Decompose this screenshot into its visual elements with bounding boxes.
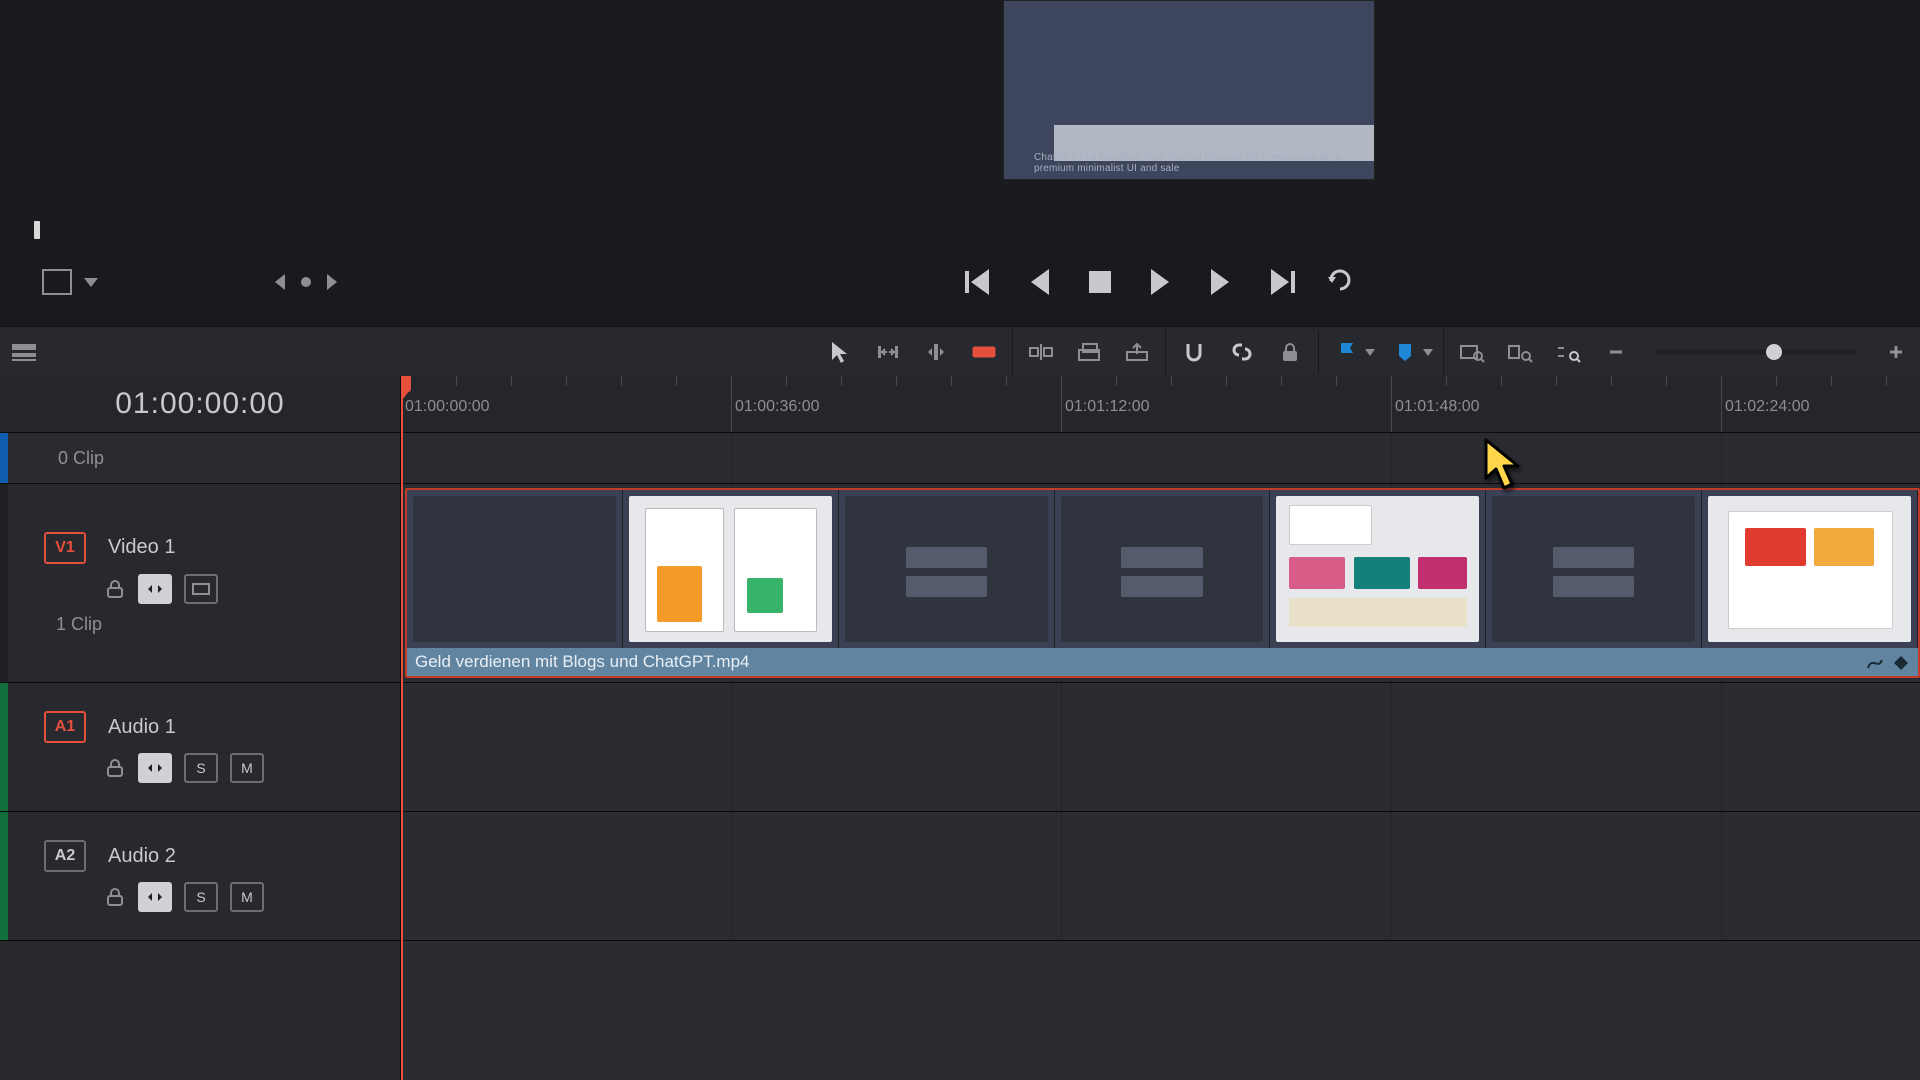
- ruler-label: 01:00:00:00: [405, 398, 490, 416]
- app-root: ChatGPT Full Headline from Davinci Resol…: [0, 0, 1920, 1080]
- track-area[interactable]: 01:00:00:00 01:00:36:00 01:01:12:00 01:0…: [401, 376, 1920, 1080]
- transform-menu-caret-icon[interactable]: [84, 278, 98, 287]
- step-back-button[interactable]: [1025, 267, 1055, 297]
- timeline-panel: 01:00:00:00 0 Clip V1 Video 1: [0, 376, 1920, 1080]
- track-dest-badge-a1[interactable]: A1: [44, 711, 86, 743]
- lock-icon[interactable]: [104, 578, 126, 600]
- track-header-a1[interactable]: A1 Audio 1 2.0 S M: [0, 683, 400, 812]
- timeline-toolbar: [0, 326, 1920, 378]
- overwrite-clip-button[interactable]: [1065, 327, 1113, 377]
- snapping-button[interactable]: [1170, 327, 1218, 377]
- audio-lane-a2[interactable]: [401, 812, 1920, 941]
- track-display-toggle[interactable]: [184, 574, 218, 604]
- zoom-slider[interactable]: [1656, 349, 1856, 355]
- curve-icon[interactable]: [1866, 654, 1884, 672]
- clip-name-text: Geld verdienen mit Blogs und ChatGPT.mp4: [415, 652, 750, 672]
- lock-icon[interactable]: [104, 757, 126, 779]
- track-header-v1[interactable]: V1 Video 1 1 Clip: [0, 484, 400, 683]
- current-edit-dot-icon[interactable]: [301, 277, 311, 287]
- custom-zoom-button[interactable]: [1544, 327, 1592, 377]
- track-name-a1[interactable]: Audio 1: [108, 716, 176, 739]
- ruler-label: 01:02:24:00: [1725, 398, 1810, 416]
- source-preview-thumb[interactable]: ChatGPT Full Headline from Davinci Resol…: [1003, 0, 1375, 180]
- track-clip-count: 1 Clip: [44, 614, 444, 635]
- playhead[interactable]: [401, 376, 403, 1080]
- subclips-count-label: 0 Clip: [0, 433, 458, 483]
- dynamic-trim-tool-button[interactable]: [912, 327, 960, 377]
- preview-caption: ChatGPT Full Headline from Davinci Resol…: [1034, 152, 1366, 174]
- ruler-label: 01:00:36:00: [735, 398, 820, 416]
- clip-keyframe-controls[interactable]: [1866, 654, 1910, 672]
- current-timecode[interactable]: 01:00:00:00: [0, 376, 400, 432]
- replace-clip-button[interactable]: [1113, 327, 1161, 377]
- jump-to-start-button[interactable]: [965, 267, 995, 297]
- auto-select-toggle[interactable]: [138, 753, 172, 783]
- toolbar-separator: [1443, 330, 1444, 374]
- next-edit-icon[interactable]: [327, 274, 337, 290]
- prev-edit-icon[interactable]: [275, 274, 285, 290]
- track-header-column: 01:00:00:00 0 Clip V1 Video 1: [0, 376, 401, 1080]
- jump-to-end-button[interactable]: [1265, 267, 1295, 297]
- play-button[interactable]: [1145, 267, 1175, 297]
- lane-grid: [401, 812, 1920, 940]
- video-lane-v1[interactable]: Geld verdienen mit Blogs und ChatGPT.mp4: [401, 484, 1920, 683]
- lane-grid: [401, 433, 1920, 483]
- lane-grid: [401, 683, 1920, 811]
- scrub-marker: [34, 221, 40, 239]
- cursor-overlay-icon: [1482, 438, 1526, 492]
- scrub-strip[interactable]: [22, 217, 1920, 241]
- subclips-row-head: 0 Clip: [0, 433, 400, 484]
- linked-selection-button[interactable]: [1218, 327, 1266, 377]
- transform-icon[interactable]: [42, 269, 72, 295]
- step-forward-button[interactable]: [1205, 267, 1235, 297]
- stop-button[interactable]: [1085, 267, 1115, 297]
- loop-button[interactable]: [1325, 267, 1355, 297]
- auto-select-toggle[interactable]: [138, 882, 172, 912]
- zoom-out-button[interactable]: [1592, 327, 1640, 377]
- viewer-nav-group: [275, 258, 337, 306]
- toolbar-separator: [1318, 330, 1319, 374]
- subclips-lane[interactable]: [401, 433, 1920, 484]
- selection-tool-button[interactable]: [816, 327, 864, 377]
- insert-clip-button[interactable]: [1017, 327, 1065, 377]
- track-dest-badge-v1[interactable]: V1: [44, 532, 86, 564]
- detail-zoom-button[interactable]: [1496, 327, 1544, 377]
- zoom-slider-knob[interactable]: [1766, 344, 1782, 360]
- transport-controls: [965, 258, 1355, 306]
- lock-icon[interactable]: [104, 886, 126, 908]
- blade-tool-button[interactable]: [960, 327, 1008, 377]
- video-clip[interactable]: Geld verdienen mit Blogs und ChatGPT.mp4: [405, 488, 1920, 678]
- clip-thumbnails: [407, 490, 1918, 648]
- viewer-controls-row: [0, 258, 1920, 306]
- timeline-view-options-button[interactable]: [0, 327, 48, 377]
- keyframe-diamond-icon[interactable]: [1892, 654, 1910, 672]
- ruler-label: 01:01:48:00: [1395, 398, 1480, 416]
- mute-toggle[interactable]: M: [230, 753, 264, 783]
- flag-button[interactable]: [1323, 327, 1371, 377]
- track-dest-badge-a2[interactable]: A2: [44, 840, 86, 872]
- position-lock-button[interactable]: [1266, 327, 1314, 377]
- auto-select-toggle[interactable]: [138, 574, 172, 604]
- track-name-v1[interactable]: Video 1: [108, 536, 175, 559]
- viewer-panel: ChatGPT Full Headline from Davinci Resol…: [0, 0, 1920, 200]
- marker-button[interactable]: [1381, 327, 1429, 377]
- solo-toggle[interactable]: S: [184, 882, 218, 912]
- toolbar-separator: [1012, 330, 1013, 374]
- time-ruler[interactable]: 01:00:00:00 01:00:36:00 01:01:12:00 01:0…: [401, 376, 1920, 433]
- toolbar-separator: [1165, 330, 1166, 374]
- audio-lane-a1[interactable]: [401, 683, 1920, 812]
- solo-toggle[interactable]: S: [184, 753, 218, 783]
- ruler-label: 01:01:12:00: [1065, 398, 1150, 416]
- mute-toggle[interactable]: M: [230, 882, 264, 912]
- ruler-ticks: 01:00:00:00 01:00:36:00 01:01:12:00 01:0…: [401, 376, 1920, 432]
- clip-name-bar: Geld verdienen mit Blogs und ChatGPT.mp4: [407, 648, 1918, 676]
- timecode-box-row: 01:00:00:00: [0, 376, 400, 433]
- full-extent-zoom-button[interactable]: [1448, 327, 1496, 377]
- track-header-a2[interactable]: A2 Audio 2 2.0 S M: [0, 812, 400, 941]
- track-name-a2[interactable]: Audio 2: [108, 845, 176, 868]
- trim-tool-button[interactable]: [864, 327, 912, 377]
- zoom-in-button[interactable]: [1872, 327, 1920, 377]
